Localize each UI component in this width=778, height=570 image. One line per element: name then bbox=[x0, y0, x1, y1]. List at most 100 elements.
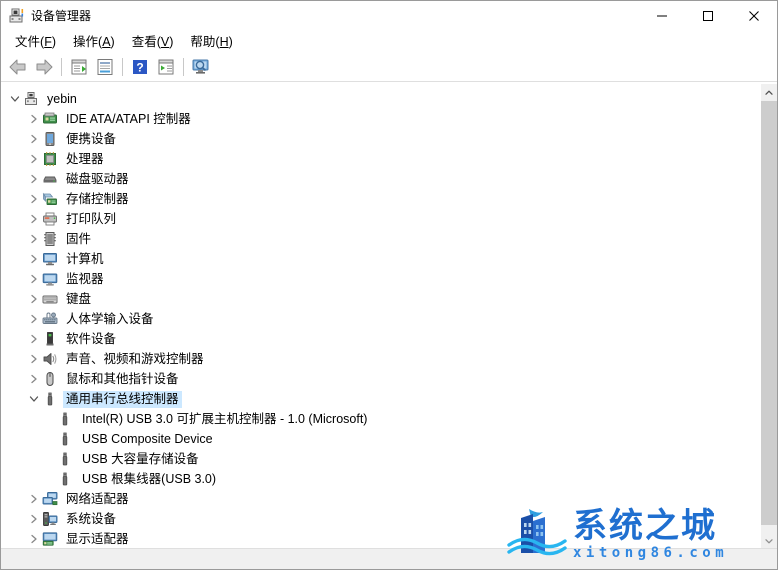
monitor-icon bbox=[42, 271, 58, 287]
tree-item-label: 计算机 bbox=[66, 251, 104, 266]
sound-icon bbox=[42, 351, 58, 367]
tree-row-hid[interactable]: 人体学输入设备 bbox=[1, 309, 755, 329]
tree-item-label: 处理器 bbox=[66, 151, 104, 166]
chevron-right-icon[interactable] bbox=[26, 351, 42, 367]
tree-row-portable-devices[interactable]: 便携设备 bbox=[1, 129, 755, 149]
chevron-right-icon[interactable] bbox=[26, 211, 42, 227]
tree-item-label: 存储控制器 bbox=[66, 191, 129, 206]
chevron-right-icon[interactable] bbox=[26, 491, 42, 507]
menu-file-accel: F bbox=[44, 35, 52, 49]
properties-icon[interactable] bbox=[92, 55, 118, 79]
tree-row-usb-composite-device[interactable]: USB Composite Device bbox=[1, 429, 755, 449]
chevron-right-icon[interactable] bbox=[26, 531, 42, 547]
update-driver-icon[interactable] bbox=[153, 55, 179, 79]
tree-row-usb-root-hub[interactable]: USB 根集线器(USB 3.0) bbox=[1, 469, 755, 489]
tree-row-software-devices[interactable]: 软件设备 bbox=[1, 329, 755, 349]
menu-help[interactable]: 帮助(H) bbox=[182, 32, 241, 52]
tree-item-label: 软件设备 bbox=[66, 331, 117, 346]
tree-row-ide-controller[interactable]: IDE ATA/ATAPI 控制器 bbox=[1, 109, 755, 129]
computer-node-icon bbox=[23, 91, 39, 107]
chevron-right-icon[interactable] bbox=[26, 131, 42, 147]
chevron-right-icon[interactable] bbox=[26, 331, 42, 347]
device-manager-window: 设备管理器 文件(F) 操作(A) 查看(V) 帮助(H) ? yebin ID… bbox=[0, 0, 778, 570]
tree-item-label: USB 根集线器(USB 3.0) bbox=[82, 471, 217, 486]
tree-row-mice[interactable]: 鼠标和其他指针设备 bbox=[1, 369, 755, 389]
status-bar bbox=[1, 548, 777, 569]
toolbar-separator bbox=[61, 58, 62, 76]
tree-row-print-queues[interactable]: 打印队列 bbox=[1, 209, 755, 229]
tree-root-label: yebin bbox=[47, 91, 77, 106]
chevron-right-icon[interactable] bbox=[26, 251, 42, 267]
tree-item-label: 打印队列 bbox=[66, 211, 117, 226]
menu-bar: 文件(F) 操作(A) 查看(V) 帮助(H) bbox=[1, 31, 777, 53]
toolbar-divider bbox=[1, 81, 777, 82]
menu-action[interactable]: 操作(A) bbox=[65, 32, 124, 52]
svg-text:?: ? bbox=[136, 61, 143, 75]
tree-row-display-adapters[interactable]: 显示适配器 bbox=[1, 529, 755, 549]
chevron-right-icon[interactable] bbox=[26, 231, 42, 247]
menu-view[interactable]: 查看(V) bbox=[124, 32, 183, 52]
tree-item-label: USB Composite Device bbox=[82, 431, 213, 446]
title-bar: 设备管理器 bbox=[1, 1, 777, 31]
tree-item-label: 固件 bbox=[66, 231, 92, 246]
chevron-right-icon[interactable] bbox=[26, 151, 42, 167]
scan-hardware-changes-icon[interactable] bbox=[188, 55, 214, 79]
chevron-down-icon[interactable] bbox=[7, 91, 23, 107]
usb-device-icon bbox=[57, 411, 73, 427]
scrollbar-up-button[interactable] bbox=[761, 84, 777, 101]
usb-device-icon bbox=[57, 431, 73, 447]
tree-row-usb-controllers[interactable]: 通用串行总线控制器 bbox=[1, 389, 755, 409]
tree-row-processors[interactable]: 处理器 bbox=[1, 149, 755, 169]
tree-row-network-adapters[interactable]: 网络适配器 bbox=[1, 489, 755, 509]
tree-row-root[interactable]: yebin bbox=[1, 89, 755, 109]
help-icon[interactable]: ? bbox=[127, 55, 153, 79]
chevron-right-icon[interactable] bbox=[26, 511, 42, 527]
scrollbar-down-button[interactable] bbox=[761, 532, 777, 549]
toolbar-separator bbox=[122, 58, 123, 76]
tree-row-usb-mass-storage[interactable]: USB 大容量存储设备 bbox=[1, 449, 755, 469]
scrollbar-thumb[interactable] bbox=[761, 101, 777, 525]
back-icon[interactable] bbox=[5, 55, 31, 79]
chevron-right-icon[interactable] bbox=[26, 111, 42, 127]
tree-row-usb-xhci-controller[interactable]: Intel(R) USB 3.0 可扩展主机控制器 - 1.0 (Microso… bbox=[1, 409, 755, 429]
chevron-right-icon[interactable] bbox=[26, 371, 42, 387]
vertical-scrollbar[interactable] bbox=[760, 84, 777, 549]
maximize-button[interactable] bbox=[685, 1, 731, 31]
forward-icon[interactable] bbox=[31, 55, 57, 79]
menu-action-accel: A bbox=[102, 35, 111, 49]
chevron-right-icon[interactable] bbox=[26, 191, 42, 207]
software-device-icon bbox=[42, 331, 58, 347]
tree-row-storage-controllers[interactable]: 存储控制器 bbox=[1, 189, 755, 209]
close-button[interactable] bbox=[731, 1, 777, 31]
tree-row-firmware[interactable]: 固件 bbox=[1, 229, 755, 249]
ide-controller-icon bbox=[42, 111, 58, 127]
tree-item-label: USB 大容量存储设备 bbox=[82, 451, 199, 466]
tree-row-computer[interactable]: 计算机 bbox=[1, 249, 755, 269]
chevron-right-icon[interactable] bbox=[26, 291, 42, 307]
printer-icon bbox=[42, 211, 58, 227]
tree-row-sound-video-game-controllers[interactable]: 声音、视频和游戏控制器 bbox=[1, 349, 755, 369]
device-tree: yebin IDE ATA/ATAPI 控制器 便携设备 处理器 磁盘驱动器 存… bbox=[1, 89, 755, 549]
tree-item-label: 键盘 bbox=[66, 291, 92, 306]
menu-file[interactable]: 文件(F) bbox=[7, 32, 65, 52]
chevron-right-icon[interactable] bbox=[26, 271, 42, 287]
tree-item-label: 显示适配器 bbox=[66, 531, 129, 546]
tree-row-system-devices[interactable]: 系统设备 bbox=[1, 509, 755, 529]
window-title: 设备管理器 bbox=[31, 9, 92, 23]
processor-icon bbox=[42, 151, 58, 167]
chevron-right-icon[interactable] bbox=[26, 311, 42, 327]
tree-item-label: Intel(R) USB 3.0 可扩展主机控制器 - 1.0 (Microso… bbox=[82, 411, 368, 426]
tree-row-monitors[interactable]: 监视器 bbox=[1, 269, 755, 289]
chevron-right-icon[interactable] bbox=[26, 171, 42, 187]
tree-item-label: 监视器 bbox=[66, 271, 104, 286]
menu-action-label: 操作 bbox=[73, 35, 99, 49]
keyboard-icon bbox=[42, 291, 58, 307]
tree-item-label: 便携设备 bbox=[66, 131, 117, 146]
minimize-button[interactable] bbox=[639, 1, 685, 31]
disk-drive-icon bbox=[42, 171, 58, 187]
menu-file-label: 文件 bbox=[15, 35, 41, 49]
chevron-down-icon[interactable] bbox=[26, 391, 42, 407]
tree-row-disk-drives[interactable]: 磁盘驱动器 bbox=[1, 169, 755, 189]
show-hidden-devices-icon[interactable] bbox=[66, 55, 92, 79]
tree-row-keyboards[interactable]: 键盘 bbox=[1, 289, 755, 309]
